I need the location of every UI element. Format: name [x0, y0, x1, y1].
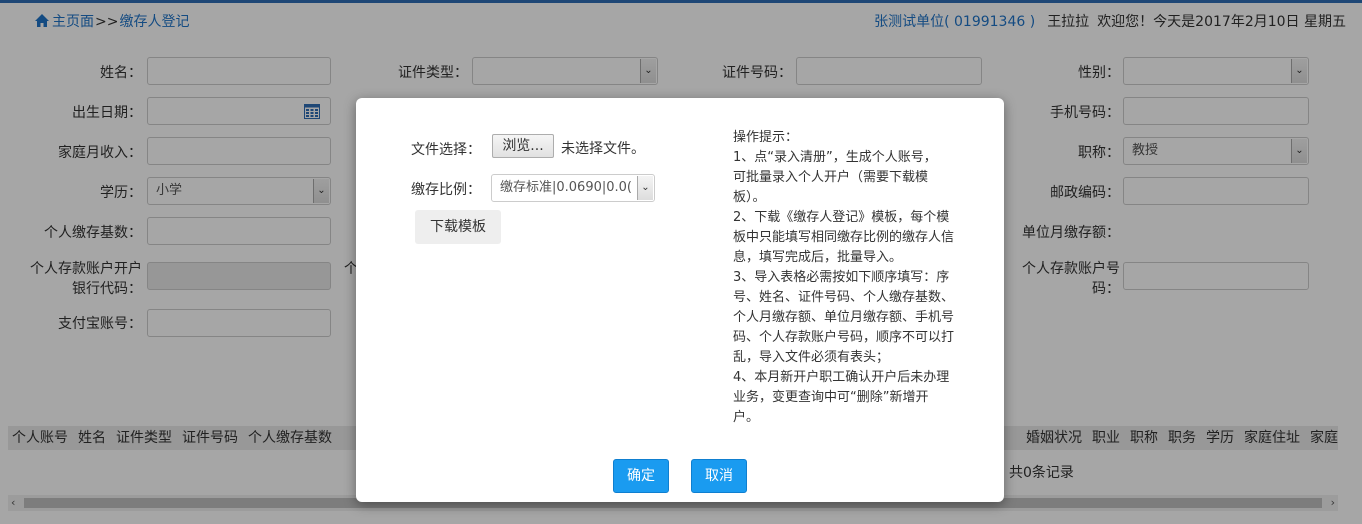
cancel-button[interactable]: 取消: [691, 459, 747, 493]
tip-line: 板）。: [733, 190, 766, 205]
tip-line: 号、姓名、证件号码、个人缴存基数、: [733, 290, 955, 305]
tip-line: 个人月缴存额、单位月缴存额、手机号: [733, 310, 955, 325]
ratio-value: 缴存标准|0.0690|0.0(: [500, 180, 632, 195]
tip-line: 3、导入表格必需按如下顺序填写：序: [733, 270, 950, 285]
tip-line: 4、本月新开户职工确认开户后未办理: [733, 370, 950, 385]
import-dialog: 文件选择： 浏览... 未选择文件。 缴存比例： 缴存标准|0.0690|0.0…: [356, 98, 1004, 502]
tip-line: 息，填写完成后，批量导入。: [733, 250, 903, 265]
ratio-label: 缴存比例：: [411, 182, 481, 198]
tip-line: 可批量录入个人开户（需要下载模: [733, 170, 929, 185]
tip-line: 户。: [733, 410, 760, 425]
tip-line: 板中只能填写相同缴存比例的缴存人信: [733, 230, 955, 245]
tip-line: 操作提示：: [733, 130, 799, 145]
browse-button[interactable]: 浏览...: [492, 134, 554, 158]
operation-tips: 操作提示： 1、点“录入清册”，生成个人账号， 可批量录入个人开户（需要下载模 …: [733, 128, 983, 428]
tip-line: 业务，变更查询中可“删除”新增开: [733, 390, 929, 405]
confirm-button[interactable]: 确定: [613, 459, 669, 493]
file-select-label: 文件选择：: [411, 142, 481, 158]
download-template-button[interactable]: 下载模板: [415, 210, 501, 244]
tip-line: 乱，导入文件必须有表头；: [733, 350, 890, 365]
no-file-text: 未选择文件。: [561, 141, 645, 157]
tip-line: 码、个人存款账户号码，顺序不可以打: [733, 330, 955, 345]
tip-line: 1、点“录入清册”，生成个人账号，: [733, 150, 937, 165]
ratio-select[interactable]: 缴存标准|0.0690|0.0( ⌄: [491, 174, 655, 202]
chevron-down-icon: ⌄: [637, 176, 653, 200]
tip-line: 2、下载《缴存人登记》模板，每个模: [733, 210, 950, 225]
